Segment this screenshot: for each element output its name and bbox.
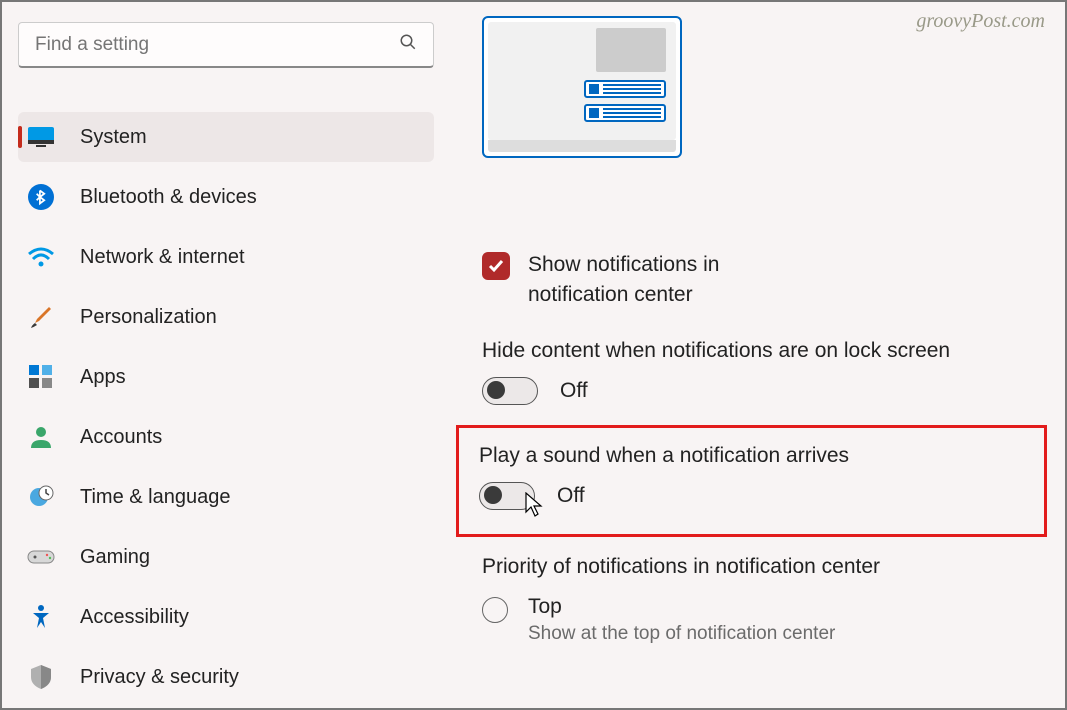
sidebar-item-accounts[interactable]: Accounts [18,412,434,462]
sidebar-item-label: Privacy & security [80,666,239,689]
sidebar-item-label: Apps [80,366,126,389]
highlight-box: Play a sound when a notification arrives… [456,425,1047,537]
sidebar-item-label: Personalization [80,306,217,329]
clock-globe-icon [26,483,56,511]
apps-icon [26,364,56,390]
sidebar-item-bluetooth[interactable]: Bluetooth & devices [18,172,434,222]
notification-preview-thumb[interactable] [482,16,682,158]
preview-window [596,28,666,72]
sidebar-item-system[interactable]: System [18,112,434,162]
sidebar-item-label: System [80,126,147,149]
watermark: groovyPost.com [916,10,1045,33]
sidebar-item-time[interactable]: Time & language [18,472,434,522]
search-input[interactable] [35,34,399,56]
radio-description: Show at the top of notification center [528,623,835,645]
preview-taskbar [488,140,676,152]
sidebar-item-apps[interactable]: Apps [18,352,434,402]
radio-option-top[interactable]: Top Show at the top of notification cent… [482,595,1035,645]
setting-hide-content: Hide content when notifications are on l… [482,339,1035,405]
paintbrush-icon [26,303,56,331]
sidebar-item-accessibility[interactable]: Accessibility [18,592,434,642]
preview-notif [584,104,666,122]
sidebar-item-privacy[interactable]: Privacy & security [18,652,434,702]
nav: System Bluetooth & devices Network & int… [18,112,434,710]
setting-play-sound: Play a sound when a notification arrives… [479,444,1024,510]
sidebar-item-label: Network & internet [80,246,245,269]
setting-label: Hide content when notifications are on l… [482,339,1035,363]
sidebar-item-label: Accounts [80,426,162,449]
main-content: Show notifications in notification cente… [442,2,1065,708]
sidebar: System Bluetooth & devices Network & int… [2,2,442,708]
sidebar-item-label: Accessibility [80,606,189,629]
sidebar-item-label: Bluetooth & devices [80,186,257,209]
accessibility-icon [26,604,56,630]
sidebar-item-label: Gaming [80,546,150,569]
toggle-state: Off [557,484,585,508]
toggle-switch[interactable] [482,377,538,405]
person-icon [26,424,56,450]
shield-icon [26,663,56,691]
wifi-icon [26,246,56,268]
system-icon [26,126,56,148]
setting-show-notifications[interactable]: Show notifications in notification cente… [482,250,1035,311]
radio-label: Top [528,595,835,619]
setting-label: Play a sound when a notification arrives [479,444,1024,468]
setting-label: Show notifications in notification cente… [528,250,768,311]
sidebar-item-gaming[interactable]: Gaming [18,532,434,582]
toggle-state: Off [560,379,588,403]
sidebar-item-personalization[interactable]: Personalization [18,292,434,342]
search-icon [399,33,417,56]
settings-layout: System Bluetooth & devices Network & int… [2,2,1065,708]
sidebar-item-label: Time & language [80,486,230,509]
sidebar-item-network[interactable]: Network & internet [18,232,434,282]
setting-priority: Priority of notifications in notificatio… [482,555,1035,645]
radio-unchecked-icon[interactable] [482,597,508,623]
search-box[interactable] [18,22,434,68]
setting-label: Priority of notifications in notificatio… [482,555,1035,579]
toggle-switch[interactable] [479,482,535,510]
bluetooth-icon [26,184,56,210]
preview-notif [584,80,666,98]
gamepad-icon [26,547,56,567]
checkbox-checked-icon[interactable] [482,252,510,280]
